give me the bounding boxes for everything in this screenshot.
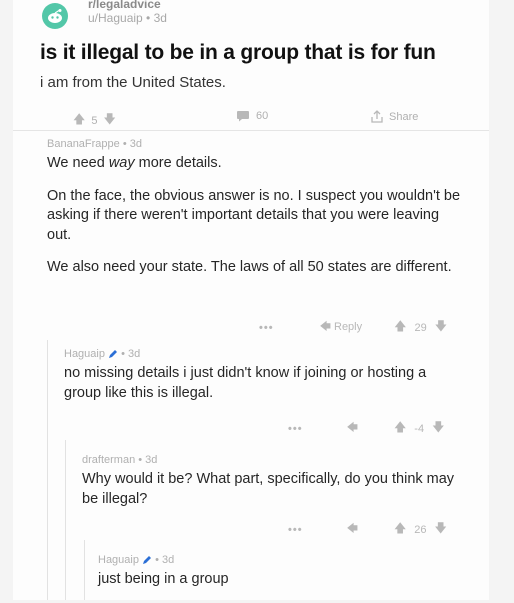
post-score: 5	[91, 114, 98, 127]
comment-actions: ••• 🡄 🡅 -4 🡇	[288, 418, 444, 439]
comment-paragraph: Why would it be? What part, specifically…	[82, 471, 455, 507]
share-icon	[371, 110, 383, 123]
reply-icon[interactable]: 🡄	[347, 419, 358, 438]
downvote-icon[interactable]: 🡇	[435, 519, 447, 540]
comment-paragraph: On the face, the obvious answer is no. I…	[47, 187, 461, 243]
more-options-icon[interactable]: •••	[288, 524, 303, 536]
post-comment-count: 60	[256, 110, 269, 122]
comment-body: We need way more details. On the face, t…	[47, 154, 462, 278]
more-options-icon[interactable]: •••	[259, 322, 274, 334]
comment-paragraph: We also need your state. The laws of all…	[47, 259, 452, 275]
comment-score: 29	[414, 321, 427, 334]
upvote-icon[interactable]: 🡅	[394, 519, 406, 540]
downvote-icon[interactable]: 🡇	[432, 418, 444, 439]
downvote-icon[interactable]: 🡇	[435, 317, 447, 338]
comment-score: -4	[414, 422, 425, 435]
thread-line	[84, 540, 85, 600]
thread-line	[65, 440, 66, 600]
comment-body: no missing details i just didn't know if…	[64, 364, 464, 403]
thread-line	[47, 340, 48, 600]
subreddit-avatar-icon[interactable]	[42, 3, 68, 29]
comment-actions: ••• 🡄 Reply 🡅 29 🡇	[259, 317, 447, 338]
comment: BananaFrappe • 3d We need way more detai…	[47, 138, 462, 291]
reply-button[interactable]: 🡄 Reply	[320, 318, 363, 337]
pencil-icon	[143, 556, 152, 565]
reply-icon[interactable]: 🡄	[347, 520, 358, 539]
upvote-icon[interactable]: 🡅	[394, 317, 406, 338]
comment-icon	[237, 111, 249, 122]
comment-body: Why would it be? What part, specifically…	[82, 470, 472, 509]
comment-paragraph: no missing details i just didn't know if…	[64, 365, 427, 401]
more-options-icon[interactable]: •••	[288, 423, 303, 435]
comment-meta: BananaFrappe • 3d	[47, 138, 142, 150]
comment-paragraph: We need way more details.	[47, 155, 222, 171]
share-label: Share	[389, 110, 419, 123]
upvote-icon[interactable]: 🡅	[394, 418, 406, 439]
emphasis: way	[108, 155, 135, 171]
post-title[interactable]: is it illegal to be in a group that is f…	[40, 41, 436, 65]
comment-age: 3d	[129, 138, 142, 150]
comment: drafterman • 3d Why would it be? What pa…	[82, 454, 472, 522]
post-author[interactable]: u/Haguaip	[88, 11, 143, 25]
comment-author[interactable]: drafterman	[82, 454, 135, 466]
comment-actions: ••• 🡄 🡅 26 🡇	[288, 519, 447, 540]
subreddit-name[interactable]: r/legaladvice	[88, 0, 161, 11]
comment-age: 3d	[145, 454, 158, 466]
post-age: 3d	[153, 11, 167, 25]
pencil-icon	[109, 350, 118, 359]
post-author-line[interactable]: u/Haguaip • 3d	[88, 11, 167, 25]
reply-label: Reply	[334, 321, 363, 333]
comment-age: 3d	[162, 554, 175, 566]
post-comments-button[interactable]: 60	[236, 110, 268, 122]
upvote-icon[interactable]: 🡅	[73, 110, 85, 131]
post-body: i am from the United States.	[40, 74, 226, 91]
comment: Haguaip • 3d no missing details i just d…	[64, 348, 464, 416]
comment-author[interactable]: BananaFrappe	[47, 138, 120, 150]
share-button[interactable]: Share	[371, 110, 418, 123]
comment-score: 26	[414, 523, 427, 536]
comment-author[interactable]: Haguaip	[98, 554, 139, 566]
comment-author[interactable]: Haguaip	[64, 348, 105, 360]
comment-body: just being in a group	[98, 570, 478, 590]
comment-meta: Haguaip • 3d	[64, 348, 141, 360]
comment: Haguaip • 3d just being in a group	[98, 554, 478, 603]
downvote-icon[interactable]: 🡇	[103, 110, 115, 131]
reply-icon: 🡄	[319, 321, 331, 333]
reddit-alien-icon	[48, 9, 62, 23]
post-divider	[13, 130, 489, 131]
comment-meta: drafterman • 3d	[82, 454, 158, 466]
post-vote-bar: 🡅 5 🡇	[73, 110, 116, 131]
comment-age: 3d	[128, 348, 141, 360]
comment-meta: Haguaip • 3d	[98, 554, 175, 566]
comment-paragraph: just being in a group	[98, 571, 229, 587]
